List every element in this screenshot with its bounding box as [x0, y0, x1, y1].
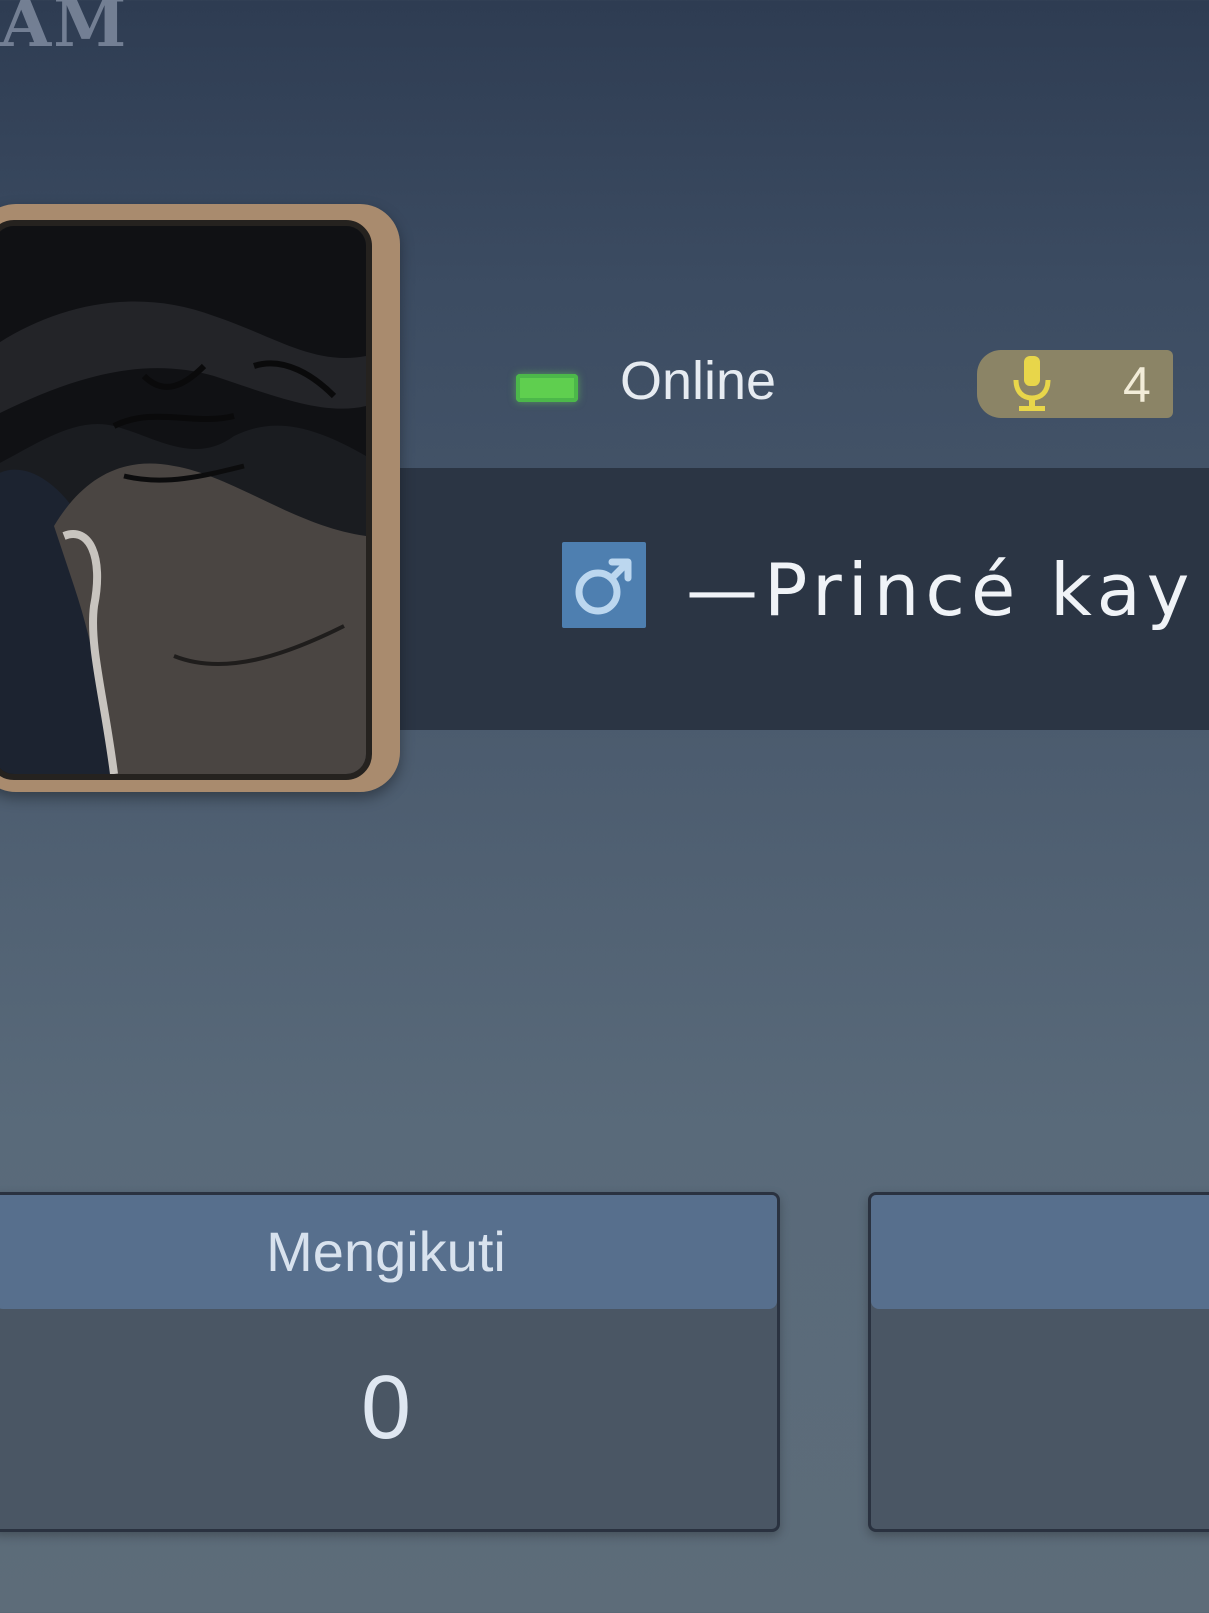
following-card[interactable]: Mengikuti 0: [0, 1192, 780, 1532]
online-status-icon: [516, 374, 578, 402]
following-label: Mengikuti: [0, 1195, 777, 1309]
mic-count: 4: [1123, 357, 1151, 413]
following-count: 0: [360, 1358, 412, 1458]
avatar-image: [0, 220, 372, 780]
online-status-label: Online: [620, 351, 777, 411]
player-name: —Princé kay: [686, 548, 1196, 632]
mic-badge[interactable]: 4: [977, 350, 1173, 418]
stat-card-secondary-label: [871, 1195, 1209, 1309]
avatar[interactable]: [0, 204, 400, 792]
microphone-icon: [1013, 356, 1051, 411]
anime-avatar-image: [0, 226, 366, 774]
male-gender-icon: [562, 542, 646, 628]
stat-card-secondary[interactable]: [868, 1192, 1209, 1532]
stat-card-secondary-value: [871, 1309, 1209, 1357]
corner-title: AM: [0, 0, 129, 62]
